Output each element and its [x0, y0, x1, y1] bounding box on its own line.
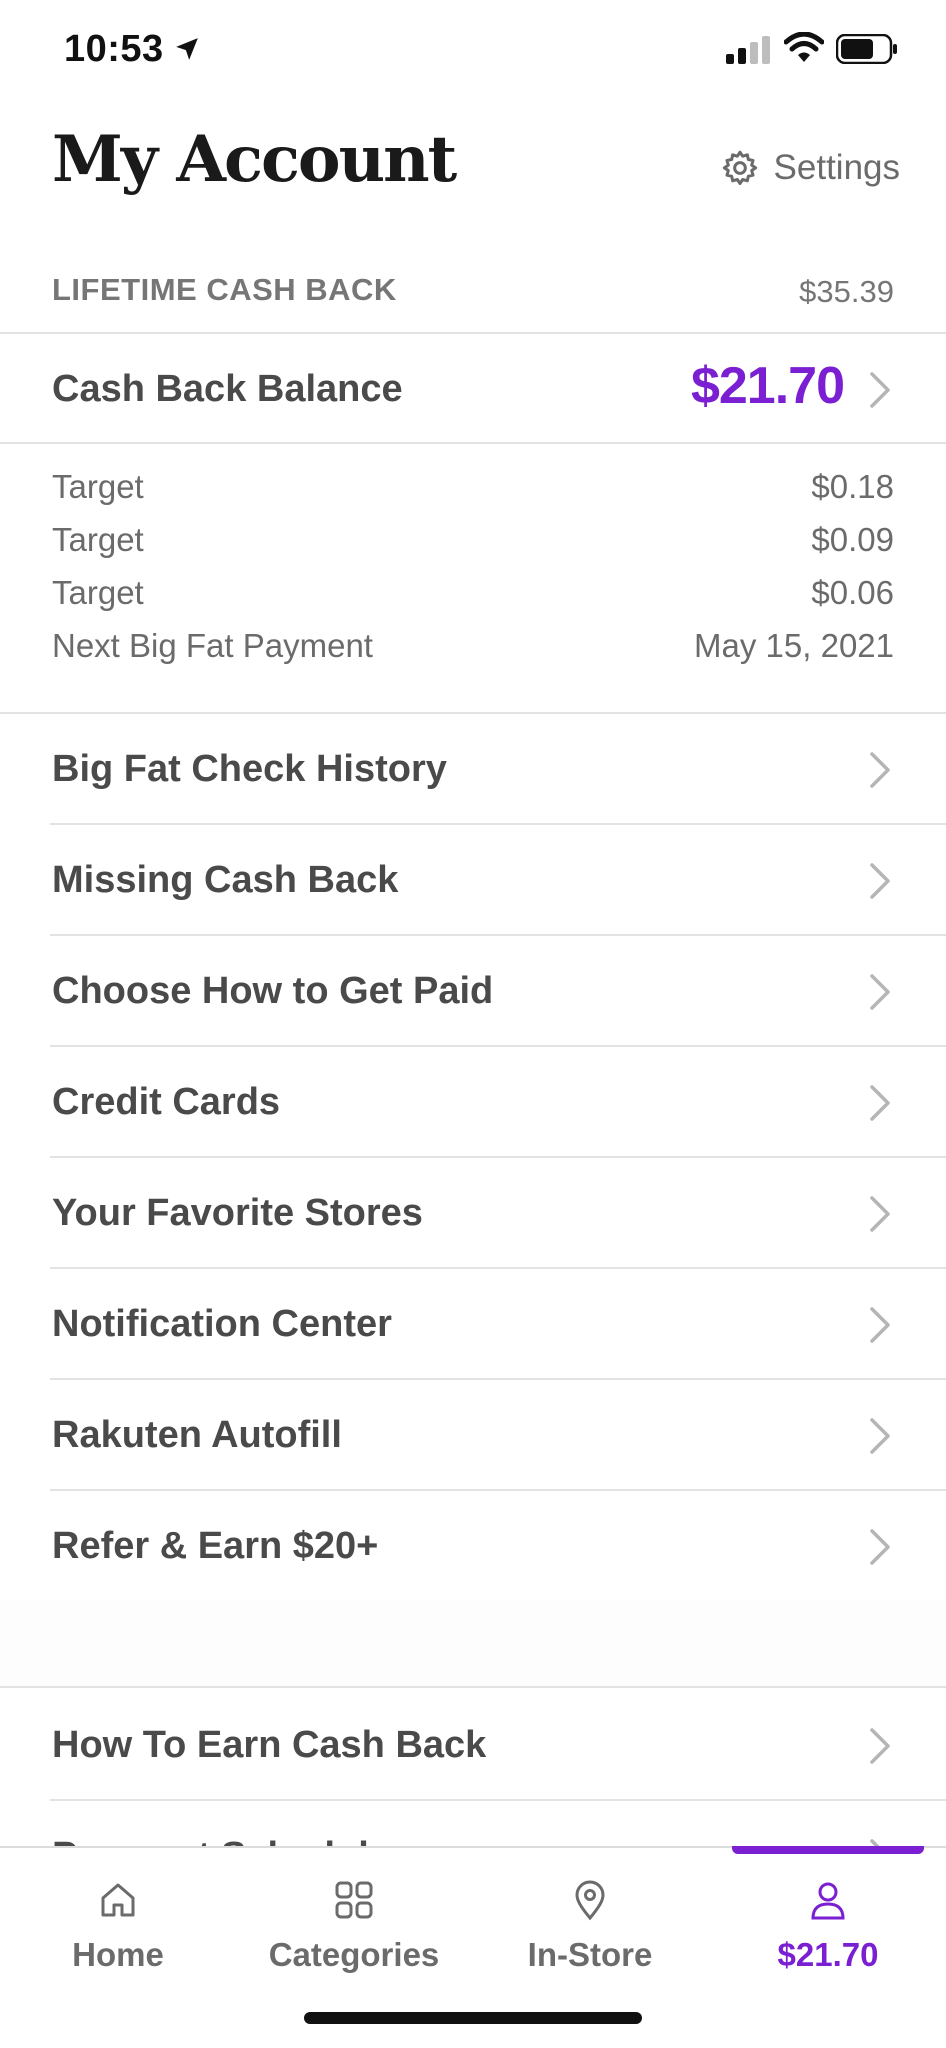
tab-categories[interactable]: Categories [236, 1848, 472, 1998]
settings-label: Settings [773, 148, 900, 187]
pending-row: Target $0.09 [52, 521, 894, 571]
cash-back-balance-row[interactable]: Cash Back Balance $21.70 [0, 334, 946, 444]
pending-row-label: Target [52, 521, 144, 558]
tab-label: Categories [268, 1936, 440, 1973]
home-icon [101, 1883, 135, 1917]
gear-icon [722, 150, 757, 185]
tab-label: $21.70 [777, 1936, 879, 1973]
chevron-right-icon [870, 1085, 890, 1121]
account-page: 10:53 My Account Settings LIFETIME CASH … [0, 0, 946, 2048]
menu-item-rakuten-autofill[interactable]: Rakuten Autofill [50, 1380, 946, 1491]
chevron-right-icon [870, 1418, 890, 1454]
pending-row-value: $0.18 [811, 468, 894, 505]
menu-item-label: Big Fat Check History [52, 748, 447, 790]
active-tab-indicator [732, 1846, 924, 1854]
pending-row-value: $0.09 [811, 521, 894, 558]
pending-row: Target $0.18 [52, 468, 894, 518]
battery-icon [836, 34, 897, 64]
tab-account[interactable]: $21.70 [710, 1848, 946, 1998]
tab-label: In-Store [527, 1936, 653, 1973]
settings-button[interactable]: Settings [720, 144, 900, 192]
chevron-right-icon [870, 974, 890, 1010]
menu-item-credit-cards[interactable]: Credit Cards [50, 1047, 946, 1158]
lifetime-cash-back-value: $35.39 [799, 274, 894, 309]
chevron-right-icon [870, 863, 890, 899]
pending-row: Target $0.06 [52, 574, 894, 624]
pending-row-label: Target [52, 574, 144, 611]
location-pin-icon [575, 1880, 605, 1921]
menu-item-label: Refer & Earn $20+ [52, 1525, 379, 1567]
cash-back-balance-label: Cash Back Balance [52, 368, 403, 410]
person-icon [811, 1882, 845, 1920]
lifetime-cash-back-label: LIFETIME CASH BACK [52, 272, 397, 307]
chevron-right-icon [870, 1307, 890, 1343]
page-title: My Account [52, 122, 457, 197]
cash-back-balance-value: $21.70 [690, 357, 845, 415]
menu-item-how-to-earn-cash-back[interactable]: How To Earn Cash Back [50, 1690, 946, 1801]
menu-item-label: Your Favorite Stores [52, 1192, 423, 1234]
chevron-right-icon [870, 1728, 890, 1764]
status-bar: 10:53 [0, 0, 946, 104]
wifi-icon [784, 32, 824, 62]
menu-item-label: Credit Cards [52, 1081, 281, 1123]
next-payment-label: Next Big Fat Payment [52, 627, 373, 664]
menu-item-label: How To Earn Cash Back [52, 1724, 487, 1766]
location-arrow-icon [176, 38, 198, 60]
menu-item-label: Notification Center [52, 1303, 392, 1345]
menu-item-big-fat-check-history[interactable]: Big Fat Check History [50, 714, 946, 825]
pending-row-label: Target [52, 468, 144, 505]
menu-item-label: Missing Cash Back [52, 859, 399, 901]
menu-item-choose-how-to-get-paid[interactable]: Choose How to Get Paid [50, 936, 946, 1047]
next-payment-date: May 15, 2021 [694, 627, 894, 664]
tab-label: Home [72, 1936, 164, 1973]
pending-cash-back-list: Target $0.18 Target $0.09 Target $0.06 N… [0, 446, 946, 714]
menu-item-label: Rakuten Autofill [52, 1414, 342, 1456]
grid-icon [335, 1881, 373, 1919]
pending-row-value: $0.06 [811, 574, 894, 611]
chevron-right-icon [870, 1529, 890, 1565]
chevron-right-icon [870, 1196, 890, 1232]
tab-in-store[interactable]: In-Store [472, 1848, 708, 1998]
section-spacer [0, 1600, 946, 1688]
menu-item-label: Choose How to Get Paid [52, 970, 494, 1012]
cell-signal-icon [726, 36, 770, 64]
lifetime-cash-back-row: LIFETIME CASH BACK $35.39 [0, 262, 946, 334]
home-indicator [304, 2012, 642, 2024]
next-payment-row: Next Big Fat Payment May 15, 2021 [52, 627, 894, 677]
menu-item-notification-center[interactable]: Notification Center [50, 1269, 946, 1380]
status-time: 10:53 [64, 28, 164, 70]
chevron-right-icon [870, 752, 890, 788]
tab-home[interactable]: Home [0, 1848, 236, 1998]
menu-item-favorite-stores[interactable]: Your Favorite Stores [50, 1158, 946, 1269]
menu-item-refer-and-earn[interactable]: Refer & Earn $20+ [0, 1491, 946, 1602]
menu-item-missing-cash-back[interactable]: Missing Cash Back [50, 825, 946, 936]
chevron-right-icon [870, 372, 890, 408]
account-menu: Big Fat Check History Missing Cash Back … [0, 714, 946, 1602]
